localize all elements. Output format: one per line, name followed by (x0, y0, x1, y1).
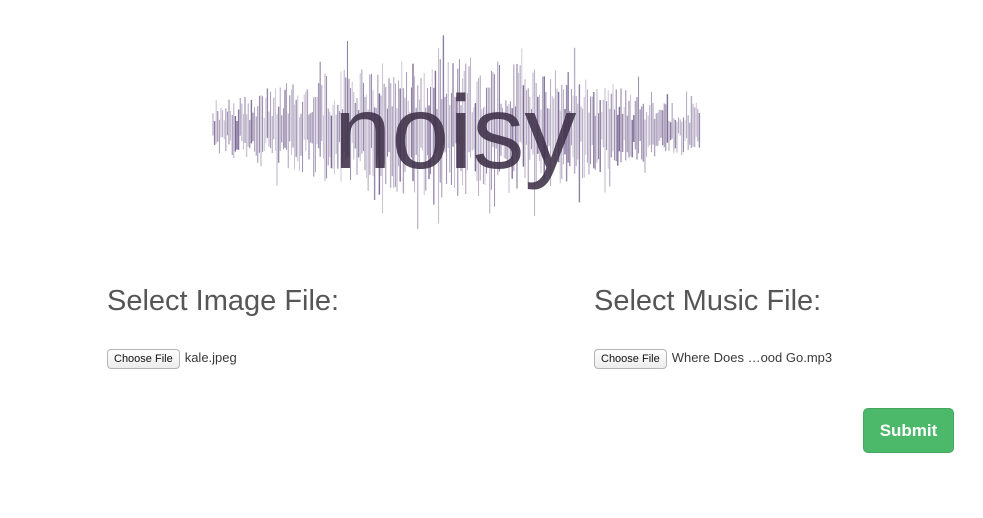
image-file-input: Choose File kale.jpeg (107, 349, 237, 369)
image-file-name: kale.jpeg (184, 349, 237, 365)
submit-button[interactable]: Submit (863, 408, 954, 453)
music-file-name: Where Does …ood Go.mp3 (671, 349, 833, 365)
music-file-input: Choose File Where Does …ood Go.mp3 (594, 349, 832, 369)
page: noisy Select Image File: Choose File kal… (0, 0, 983, 518)
image-section-title: Select Image File: (107, 285, 340, 317)
noisy-logo: noisy (205, 20, 705, 245)
choose-music-file-button[interactable]: Choose File (594, 349, 667, 369)
sound-wave-graphic (212, 35, 701, 229)
choose-image-file-button[interactable]: Choose File (107, 349, 180, 369)
music-section-title: Select Music File: (594, 285, 822, 317)
